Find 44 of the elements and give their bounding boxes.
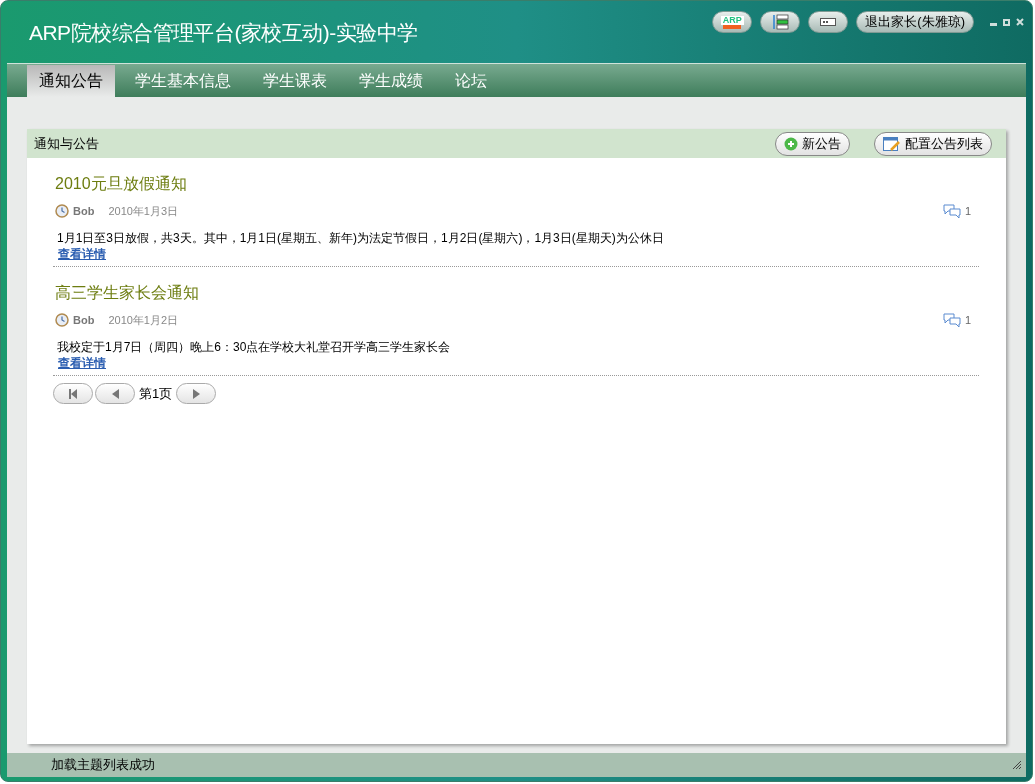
- window-title: ARP院校综合管理平台(家校互动)-实验中学: [29, 20, 418, 46]
- notice-title[interactable]: 2010元旦放假通知: [53, 158, 979, 204]
- list-button[interactable]: [760, 11, 801, 33]
- nav-tab[interactable]: 论坛: [443, 65, 499, 97]
- notice-body: 1月1日至3日放假，共3天。其中，1月1日(星期五、新年)为法定节假日，1月2日(星期六)，1月3日(星期天)为公休日: [56, 230, 665, 246]
- new-notice-button[interactable]: 新公告: [775, 131, 850, 156]
- first-page-icon: [68, 388, 78, 399]
- view-details-link[interactable]: 查看详情: [53, 246, 106, 262]
- next-icon: [192, 388, 200, 399]
- status-text: 加载主题列表成功: [51, 756, 155, 775]
- keyboard-icon: [820, 18, 837, 26]
- notice-date: 2010年1月3日: [108, 203, 179, 219]
- list-icon: [771, 14, 790, 30]
- notice-date: 2010年1月2日: [108, 312, 179, 328]
- configure-list-button[interactable]: 配置公告列表: [874, 131, 992, 156]
- next-page-button[interactable]: [176, 383, 217, 404]
- page-label: 第1页: [138, 384, 174, 403]
- logout-button[interactable]: 退出家长(朱雅琼): [856, 11, 974, 33]
- clock-icon: [55, 313, 69, 327]
- clock-icon: [55, 204, 69, 218]
- author-name: Bob: [73, 203, 95, 219]
- comments-icon: [942, 203, 961, 219]
- notice-title[interactable]: 高三学生家长会通知: [53, 267, 979, 313]
- comment-count: 1: [964, 312, 971, 328]
- nav-tab[interactable]: 学生课表: [251, 65, 339, 97]
- resize-grip-icon[interactable]: [1012, 760, 1022, 770]
- comment-count: 1: [964, 203, 971, 219]
- nav-tab[interactable]: 学生成绩: [347, 65, 435, 97]
- notice-body: 我校定于1月7日（周四）晚上6：30点在学校大礼堂召开学高三学生家长会: [56, 339, 452, 355]
- comments-icon: [942, 312, 961, 328]
- keyboard-button[interactable]: [808, 11, 849, 33]
- maximize-icon[interactable]: [1003, 18, 1010, 26]
- nav-tab[interactable]: 学生基本信息: [123, 65, 243, 97]
- previous-page-button[interactable]: [95, 383, 135, 404]
- plus-icon: [784, 136, 798, 151]
- view-details-link[interactable]: 查看详情: [53, 355, 106, 371]
- close-icon[interactable]: [1016, 18, 1024, 26]
- author-name: Bob: [73, 312, 95, 328]
- edit-list-icon: [883, 135, 901, 152]
- minimize-icon[interactable]: [990, 22, 997, 26]
- nav-tab[interactable]: 通知公告: [27, 65, 115, 97]
- previous-icon: [111, 388, 119, 399]
- first-page-button[interactable]: [53, 383, 93, 404]
- panel-title: 通知与公告: [34, 134, 99, 153]
